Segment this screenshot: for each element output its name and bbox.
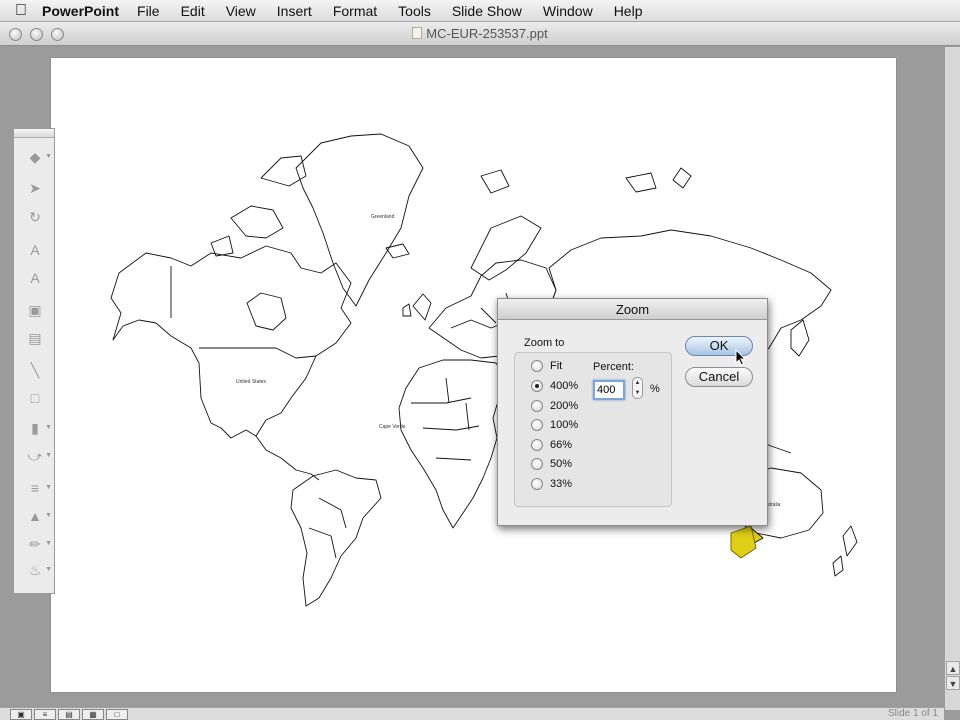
percent-input[interactable] <box>593 380 625 400</box>
slide-show-button[interactable]: □ <box>106 709 128 720</box>
scroll-down-icon[interactable]: ▼ <box>946 676 960 690</box>
hudson-bay <box>246 292 287 331</box>
window-title-text: MC-EUR-253537.ppt <box>426 26 548 41</box>
zoom-to-label: Zoom to <box>524 337 565 349</box>
shape-fill-icon[interactable]: ▮ ▼ <box>20 417 52 439</box>
cancel-button[interactable]: Cancel <box>685 367 753 387</box>
zoom-option-label: Fit <box>550 360 563 372</box>
drawing-toolbox: ◆ ▼ ➤ ↻ A A ▣ ▤ ╲ □ ▮ ▼ ⤻ ▼ ≡ ▼ ▲ ▼ ✏ ▼ ♨ ▼ <box>13 128 55 594</box>
radio-200[interactable] <box>531 400 543 412</box>
radio-100[interactable] <box>531 419 543 431</box>
zoom-option-label: 200% <box>550 400 579 412</box>
line-color-icon[interactable]: ✏ ▼ <box>20 533 52 555</box>
zoom-option-100[interactable]: 100% <box>531 417 578 433</box>
line-icon[interactable]: ╲ <box>20 359 50 381</box>
africa-borders <box>411 377 480 461</box>
iceland <box>385 243 410 259</box>
mouse-cursor-icon <box>735 349 747 366</box>
zoom-option-label: 400% <box>550 380 579 392</box>
percent-label: Percent: <box>593 361 634 373</box>
menu-insert[interactable]: Insert <box>277 3 312 19</box>
outline-view-button[interactable]: ≡ <box>34 709 56 720</box>
menu-edit[interactable]: Edit <box>181 3 205 19</box>
menu-view[interactable]: View <box>226 3 256 19</box>
greenland-outline <box>295 133 424 307</box>
app-menu[interactable]: PowerPoint <box>42 3 119 19</box>
zoom-dialog: Zoom Zoom to Fit 400% 200% 100% 66% 50% … <box>497 298 768 526</box>
view-bar: ▣ ≡ ▤ ▦ □ Slide 1 of 1 <box>0 707 944 720</box>
percent-stepper[interactable]: ▲ ▼ <box>632 377 643 399</box>
zoom-option-50[interactable]: 50% <box>531 456 572 472</box>
shapes-gallery-icon[interactable]: ◆ ▼ <box>20 146 52 168</box>
map-label-united-states: United States <box>236 379 267 385</box>
slide-workspace: Greenland United States Cape Verde Austr… <box>0 47 960 720</box>
new-zealand <box>832 525 858 577</box>
south-america-outline <box>290 469 382 607</box>
zoom-to-group: Fit 400% 200% 100% 66% 50% 33% Percent: … <box>514 352 672 507</box>
document-icon <box>412 27 423 39</box>
menu-tools[interactable]: Tools <box>398 3 431 19</box>
zoom-option-label: 66% <box>550 439 573 451</box>
fill-color-icon[interactable]: ▲ ▼ <box>20 505 52 527</box>
zoom-option-66[interactable]: 66% <box>531 437 572 453</box>
africa-outline <box>398 359 507 529</box>
zoom-option-400[interactable]: 400% <box>531 378 578 394</box>
window-title-bar[interactable]: MC-EUR-253537.ppt <box>0 22 960 46</box>
menu-bar:  PowerPoint File Edit View Insert Forma… <box>0 0 960 22</box>
scroll-up-icon[interactable]: ▲ <box>946 661 960 675</box>
south-america-borders <box>308 497 347 559</box>
rotate-icon[interactable]: ↻ <box>20 206 50 228</box>
radio-fit[interactable] <box>531 360 543 372</box>
slide-count: Slide 1 of 1 <box>887 708 938 719</box>
north-america-outline <box>110 245 352 439</box>
menu-file[interactable]: File <box>137 3 160 19</box>
menu-window[interactable]: Window <box>543 3 593 19</box>
central-america-outline <box>255 435 320 481</box>
zoom-option-label: 100% <box>550 419 579 431</box>
menu-help[interactable]: Help <box>614 3 643 19</box>
japan <box>790 319 810 357</box>
normal-view-button[interactable]: ▣ <box>10 709 32 720</box>
world-map: Greenland United States Cape Verde Austr… <box>110 133 858 607</box>
slide-canvas[interactable]: Greenland United States Cape Verde Austr… <box>51 58 896 692</box>
picture-icon[interactable]: ▤ <box>20 327 50 349</box>
zoom-option-200[interactable]: 200% <box>531 398 578 414</box>
wordart-icon[interactable]: A <box>20 267 50 289</box>
rectangle-icon[interactable]: □ <box>20 387 50 409</box>
menu-format[interactable]: Format <box>333 3 377 19</box>
text-box-icon[interactable]: A <box>20 239 50 261</box>
zoom-option-33[interactable]: 33% <box>531 476 572 492</box>
menu-slide-show[interactable]: Slide Show <box>452 3 522 19</box>
radio-50[interactable] <box>531 458 543 470</box>
zoom-option-label: 50% <box>550 458 573 470</box>
map-label-cape-verde: Cape Verde <box>379 424 406 430</box>
arctic-russia-islands <box>480 167 692 194</box>
clip-art-icon[interactable]: ▣ <box>20 299 50 321</box>
radio-66[interactable] <box>531 439 543 451</box>
line-style-icon[interactable]: ≡ ▼ <box>20 477 52 499</box>
radio-33[interactable] <box>531 478 543 490</box>
arctic-islands <box>210 155 307 257</box>
select-arrow-icon[interactable]: ➤ <box>20 177 50 199</box>
scandinavia <box>470 215 542 281</box>
paint-bucket-icon[interactable]: ♨ ▼ <box>20 559 52 581</box>
us-canada-border <box>199 347 317 359</box>
window-title: MC-EUR-253537.ppt <box>0 26 960 41</box>
connector-icon[interactable]: ⤻ ▼ <box>20 445 52 467</box>
zoom-dialog-title[interactable]: Zoom <box>498 299 767 320</box>
radio-400[interactable] <box>531 380 543 392</box>
apple-menu-icon[interactable]:  <box>0 2 42 20</box>
percent-unit: % <box>650 383 660 395</box>
antarctic-island-highlight <box>730 525 757 559</box>
zoom-option-fit[interactable]: Fit <box>531 358 562 374</box>
map-label-greenland: Greenland <box>371 214 395 220</box>
zoom-option-label: 33% <box>550 478 573 490</box>
slide-sorter-button[interactable]: ▦ <box>82 709 104 720</box>
vertical-scrollbar[interactable]: ▲ ▼ <box>944 47 960 710</box>
slide-view-button[interactable]: ▤ <box>58 709 80 720</box>
british-isles <box>402 293 432 321</box>
toolbox-title-bar[interactable] <box>14 129 54 138</box>
